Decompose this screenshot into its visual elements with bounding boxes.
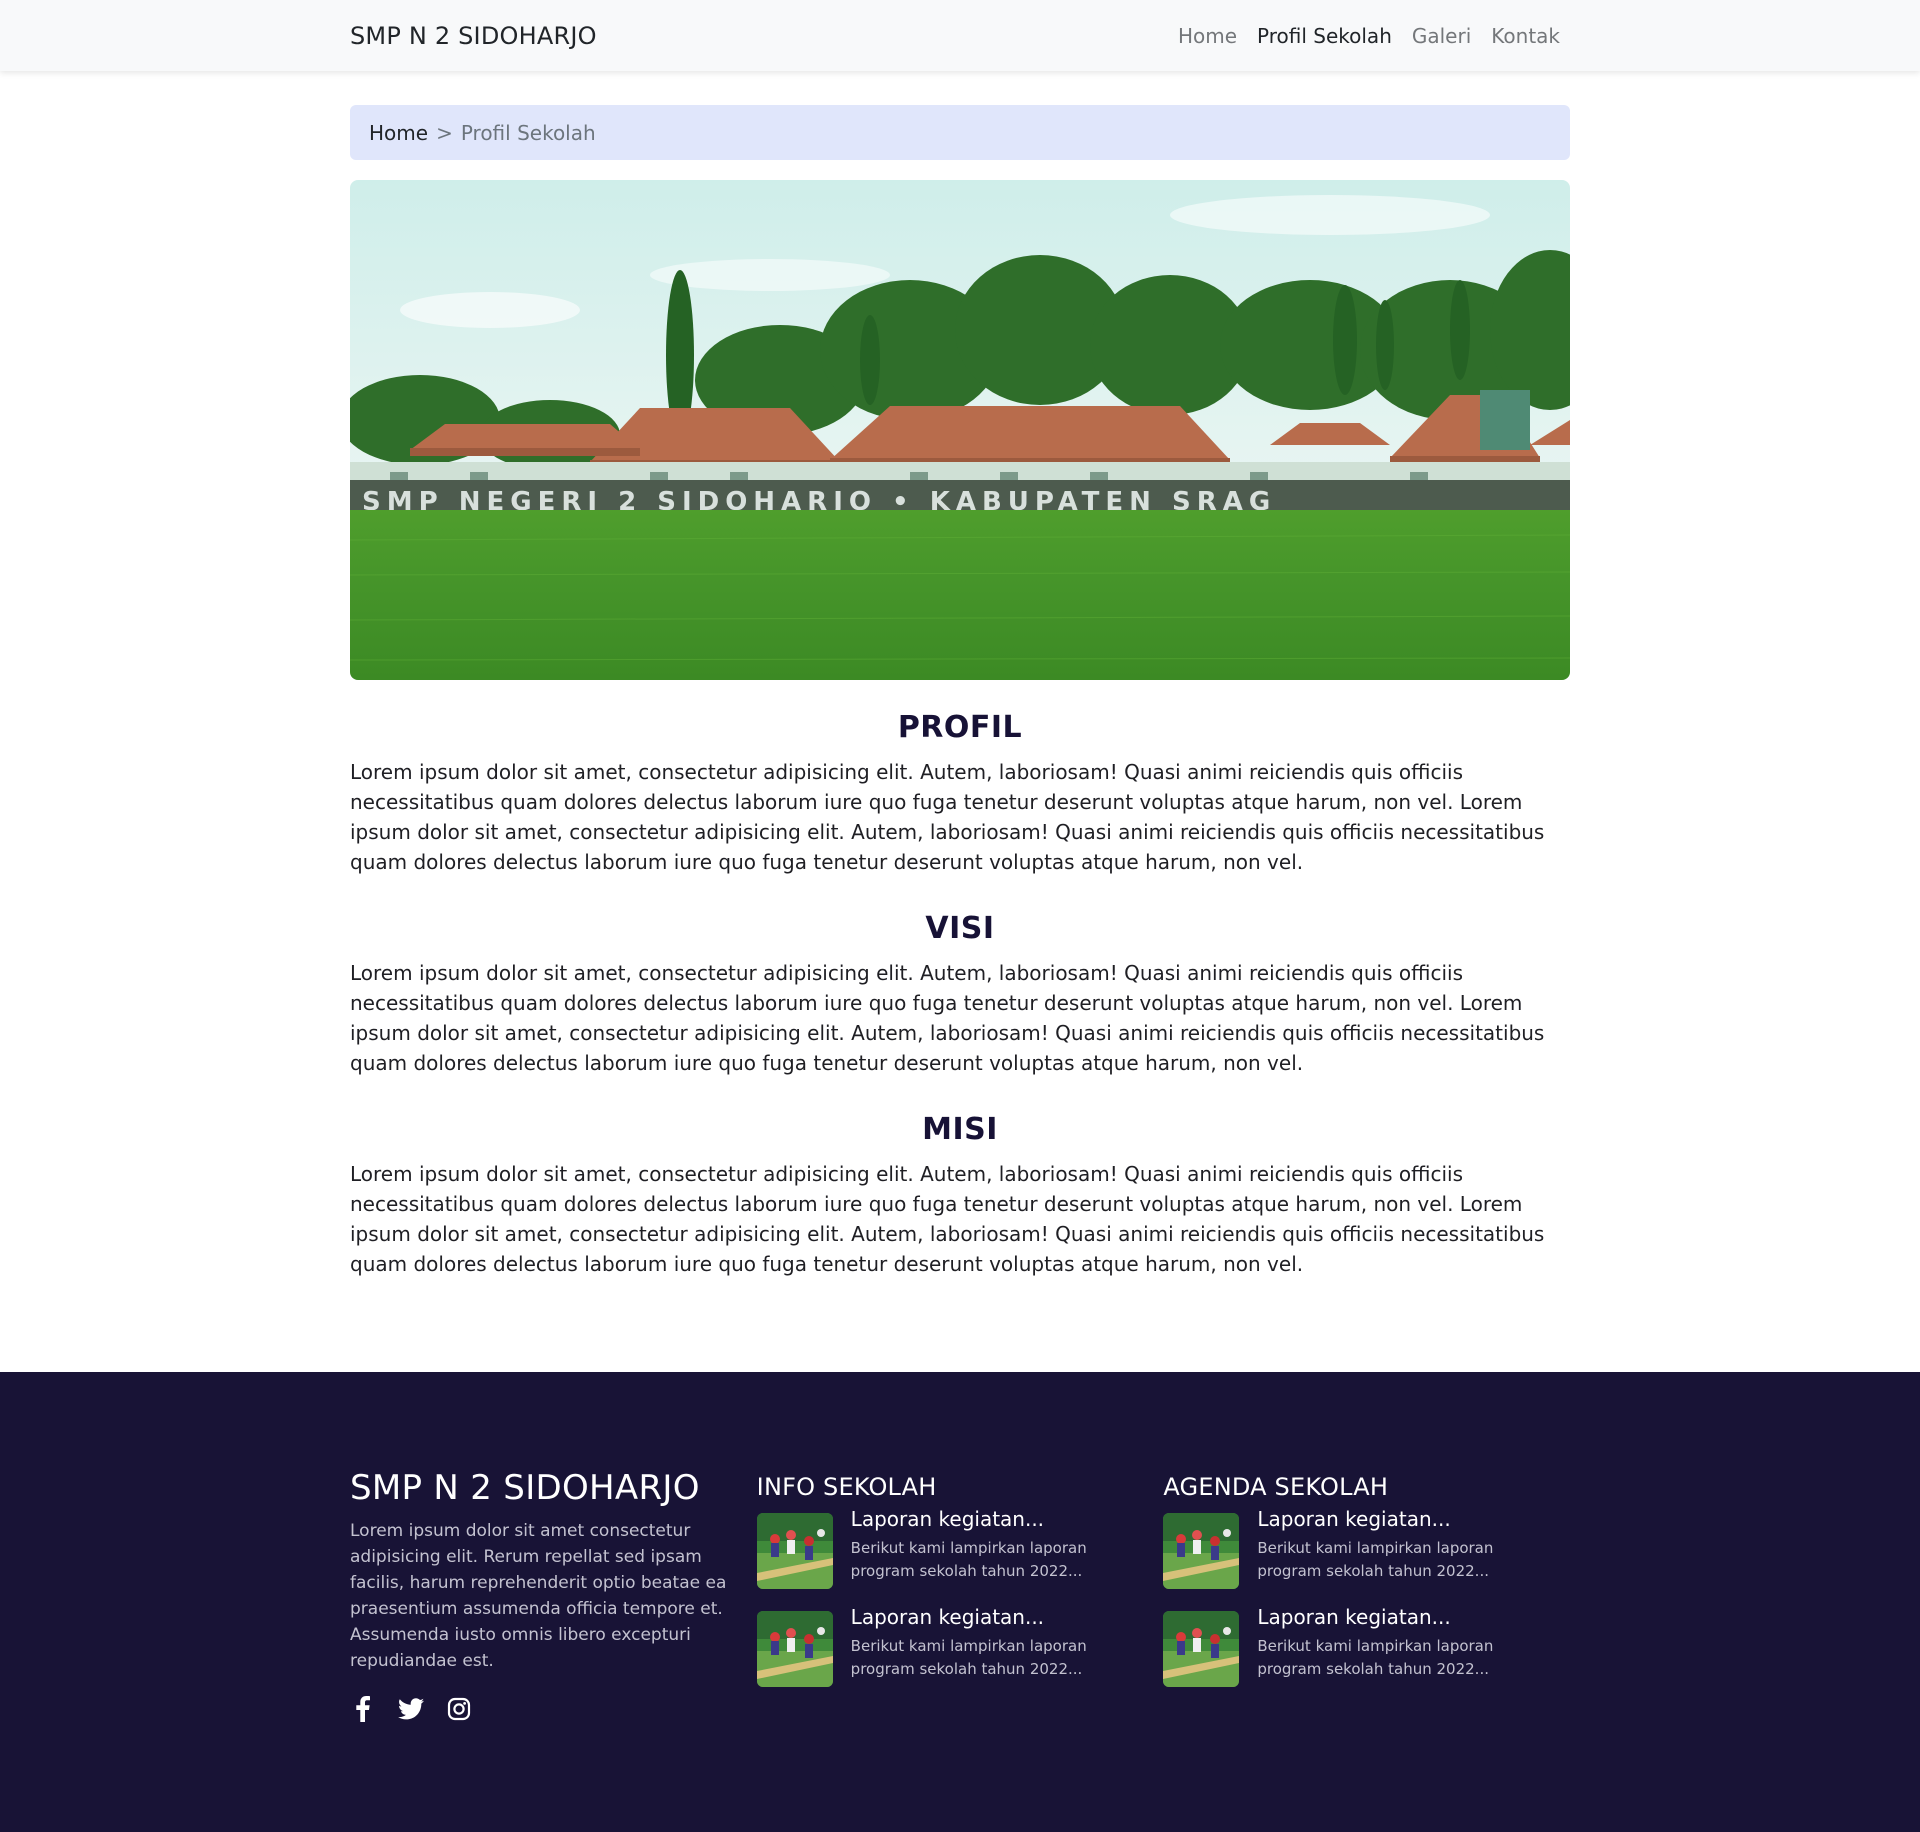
activity-photo-thumbnail — [1163, 1513, 1240, 1589]
navbar: SMP N 2 SIDOHARJO Home Profil Sekolah Ga… — [0, 0, 1920, 71]
section-misi: MISI Lorem ipsum dolor sit amet, consect… — [350, 1112, 1570, 1279]
section-profil: PROFIL Lorem ipsum dolor sit amet, conse… — [350, 710, 1570, 877]
activity-photo-thumbnail — [1163, 1611, 1240, 1687]
agenda-item-body: Laporan kegiatan... Berikut kami lampirk… — [1257, 1507, 1517, 1589]
nav-link-galeri[interactable]: Galeri — [1412, 24, 1471, 48]
agenda-item-title: Laporan kegiatan... — [1257, 1605, 1451, 1629]
agenda-item-desc: Berikut kami lampirkan laporan program s… — [1257, 1539, 1494, 1580]
footer-about-text: Lorem ipsum dolor sit amet consectetur a… — [350, 1521, 727, 1671]
social-links — [350, 1696, 757, 1722]
nav-link-home[interactable]: Home — [1178, 24, 1237, 48]
agenda-item[interactable]: Laporan kegiatan... Berikut kami lampirk… — [1163, 1507, 1570, 1589]
section-misi-title: MISI — [922, 1112, 998, 1147]
activity-photo-thumbnail — [756, 1513, 833, 1589]
facebook-icon[interactable] — [350, 1696, 376, 1722]
info-item-desc: Berikut kami lampirkan laporan program s… — [850, 1637, 1087, 1678]
footer-about-title: SMP N 2 SIDOHARJO — [350, 1468, 700, 1508]
breadcrumb-current: Profil Sekolah — [460, 120, 596, 145]
info-item-desc: Berikut kami lampirkan laporan program s… — [850, 1539, 1087, 1580]
navbar-container: SMP N 2 SIDOHARJO Home Profil Sekolah Ga… — [350, 0, 1570, 71]
footer-info-column: INFO SEKOLAH Laporan kegiatan... Berikut… — [756, 1468, 1164, 1722]
info-item-body: Laporan kegiatan... Berikut kami lampirk… — [850, 1605, 1111, 1687]
footer-agenda-title: AGENDA SEKOLAH — [1163, 1473, 1389, 1501]
footer-container: SMP N 2 SIDOHARJO Lorem ipsum dolor sit … — [350, 1372, 1570, 1722]
section-visi-text: Lorem ipsum dolor sit amet, consectetur … — [350, 961, 1545, 1075]
brand-logo-text[interactable]: SMP N 2 SIDOHARJO — [350, 22, 597, 50]
footer-agenda-column: AGENDA SEKOLAH Laporan kegiatan... Berik… — [1163, 1468, 1570, 1722]
info-thumbnail — [756, 1513, 833, 1589]
hero-school-photo: SMP NEGERI 2 SIDOHARJO • KABUPATEN SRAG — [350, 180, 1570, 680]
agenda-item-desc: Berikut kami lampirkan laporan program s… — [1257, 1637, 1494, 1678]
breadcrumb: Home > Profil Sekolah — [350, 105, 1570, 160]
info-item-title: Laporan kegiatan... — [850, 1507, 1045, 1531]
info-item[interactable]: Laporan kegiatan... Berikut kami lampirk… — [756, 1605, 1164, 1687]
agenda-item[interactable]: Laporan kegiatan... Berikut kami lampirk… — [1163, 1605, 1570, 1687]
activity-photo-thumbnail — [756, 1611, 833, 1687]
agenda-item-body: Laporan kegiatan... Berikut kami lampirk… — [1257, 1605, 1517, 1687]
section-visi-title: VISI — [925, 911, 995, 946]
breadcrumb-home-link[interactable]: Home — [369, 121, 428, 145]
section-profil-text: Lorem ipsum dolor sit amet, consectetur … — [350, 760, 1545, 874]
section-misi-text: Lorem ipsum dolor sit amet, consectetur … — [350, 1162, 1545, 1276]
agenda-item-title: Laporan kegiatan... — [1257, 1507, 1451, 1531]
main-content: Home > Profil Sekolah SMP NEGERI 2 SIDOH… — [350, 105, 1570, 1279]
section-profil-title: PROFIL — [897, 710, 1023, 745]
info-item-title: Laporan kegiatan... — [850, 1605, 1045, 1629]
footer-about-column: SMP N 2 SIDOHARJO Lorem ipsum dolor sit … — [350, 1468, 757, 1722]
hero-school-image: SMP NEGERI 2 SIDOHARJO • KABUPATEN SRAG — [350, 180, 1570, 680]
nav-link-profil-sekolah[interactable]: Profil Sekolah — [1257, 24, 1392, 48]
breadcrumb-separator: > — [436, 120, 453, 145]
info-thumbnail — [756, 1611, 833, 1687]
section-visi: VISI Lorem ipsum dolor sit amet, consect… — [350, 911, 1570, 1078]
twitter-icon[interactable] — [398, 1696, 424, 1722]
info-item-body: Laporan kegiatan... Berikut kami lampirk… — [850, 1507, 1111, 1589]
nav-links: Home Profil Sekolah Galeri Kontak — [1178, 24, 1560, 48]
footer-info-title: INFO SEKOLAH — [756, 1473, 937, 1501]
agenda-thumbnail — [1163, 1611, 1240, 1687]
info-item[interactable]: Laporan kegiatan... Berikut kami lampirk… — [756, 1507, 1164, 1589]
nav-link-kontak[interactable]: Kontak — [1491, 24, 1560, 48]
instagram-icon[interactable] — [446, 1696, 472, 1722]
footer: SMP N 2 SIDOHARJO Lorem ipsum dolor sit … — [0, 1372, 1920, 1832]
agenda-thumbnail — [1163, 1513, 1240, 1589]
